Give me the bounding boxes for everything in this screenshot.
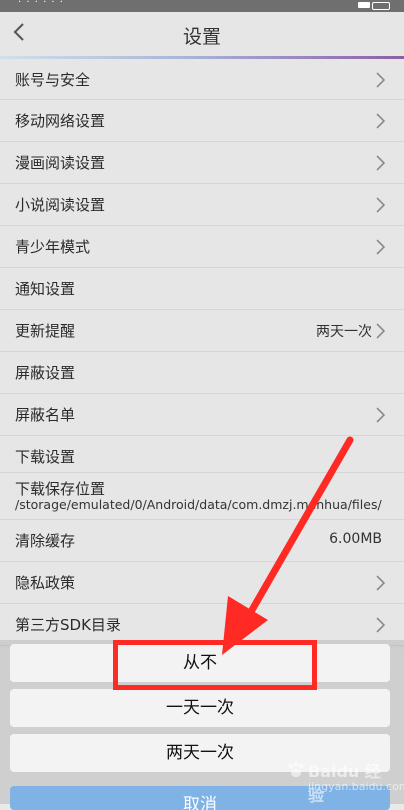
row-label: 漫画阅读设置 [15, 154, 106, 172]
annotation-highlight-box [113, 640, 317, 690]
settings-list: 账号与安全 移动网络设置 漫画阅读设置 小说阅读设置 青少年模式 通知设置 更新… [0, 59, 404, 649]
row-clear-cache[interactable]: 清除缓存 6.00MB [0, 520, 404, 562]
row-label: 隐私政策 [15, 574, 76, 592]
row-label: 移动网络设置 [15, 112, 106, 130]
row-label: 青少年模式 [15, 238, 91, 256]
status-bar: · · · · · · [0, 0, 404, 12]
chevron-right-icon [376, 617, 386, 633]
paw-icon [288, 761, 304, 777]
section-block-settings: 屏蔽设置 [0, 352, 404, 394]
chevron-right-icon [376, 72, 386, 88]
app-header: 设置 [0, 12, 404, 56]
status-icons [350, 1, 390, 10]
row-teen-mode[interactable]: 青少年模式 [0, 226, 404, 268]
chevron-right-icon [376, 323, 386, 339]
option-daily-button[interactable]: 一天一次 [10, 689, 390, 727]
section-label: 下载设置 [15, 448, 76, 466]
battery-icon [372, 2, 390, 10]
chevron-right-icon [376, 155, 386, 171]
row-mobile-network[interactable]: 移动网络设置 [0, 100, 404, 142]
row-label: 更新提醒 [15, 322, 76, 340]
update-reminder-value: 两天一次 [316, 324, 372, 340]
row-label: 账号与安全 [15, 71, 91, 89]
status-time: · · · · · · [18, 0, 64, 8]
row-novel-reading[interactable]: 小说阅读设置 [0, 184, 404, 226]
signal-icon [358, 2, 370, 8]
chevron-right-icon [376, 239, 386, 255]
section-label: 屏蔽设置 [15, 364, 76, 382]
row-label: 第三方SDK目录 [15, 616, 121, 634]
row-label: 清除缓存 [15, 532, 76, 550]
chevron-right-icon [376, 197, 386, 213]
row-comic-reading[interactable]: 漫画阅读设置 [0, 142, 404, 184]
row-label: 小说阅读设置 [15, 196, 106, 214]
page-title: 设置 [182, 26, 221, 48]
row-block-list[interactable]: 屏蔽名单 [0, 394, 404, 436]
section-download-settings: 下载设置 [0, 436, 404, 473]
download-path-text: /storage/emulated/0/Android/data/com.dmz… [15, 497, 382, 512]
row-update-reminder[interactable]: 更新提醒 两天一次 [0, 310, 404, 352]
row-label: 下载保存位置 [15, 480, 106, 498]
section-notifications: 通知设置 [0, 268, 404, 310]
chevron-right-icon [376, 575, 386, 591]
cache-size-value: 6.00MB [329, 531, 382, 547]
row-label: 屏蔽名单 [15, 406, 76, 424]
watermark-logo: Baidu 经验 jingyan.baidu.com [286, 756, 404, 805]
row-privacy-policy[interactable]: 隐私政策 [0, 562, 404, 604]
row-download-location[interactable]: 下载保存位置 /storage/emulated/0/Android/data/… [0, 473, 404, 520]
chevron-right-icon [376, 407, 386, 423]
section-label: 通知设置 [15, 280, 76, 298]
chevron-right-icon [376, 113, 386, 129]
watermark-subtext: jingyan.baidu.com [308, 780, 404, 793]
row-account-security[interactable]: 账号与安全 [0, 59, 404, 100]
